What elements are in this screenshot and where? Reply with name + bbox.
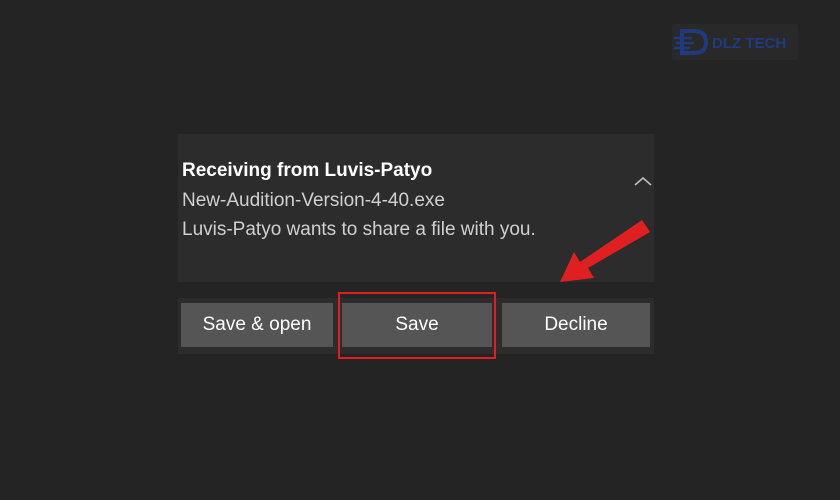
chevron-up-icon[interactable] xyxy=(632,174,654,188)
dlz-tech-logo: DLZ TECH xyxy=(672,24,798,60)
save-and-open-button[interactable]: Save & open xyxy=(181,303,333,347)
decline-button[interactable]: Decline xyxy=(502,303,650,347)
save-button[interactable]: Save xyxy=(342,303,492,347)
notification-title: Receiving from Luvis-Patyo xyxy=(182,160,433,181)
notification-message: Luvis-Patyo wants to share a file with y… xyxy=(182,219,536,240)
notification-actions: Save & open Save Decline xyxy=(178,298,654,354)
file-name: New-Audition-Version-4-40.exe xyxy=(182,190,445,211)
logo-text: DLZ TECH xyxy=(712,35,786,52)
share-notification: Receiving from Luvis-Patyo New-Audition-… xyxy=(178,134,654,282)
